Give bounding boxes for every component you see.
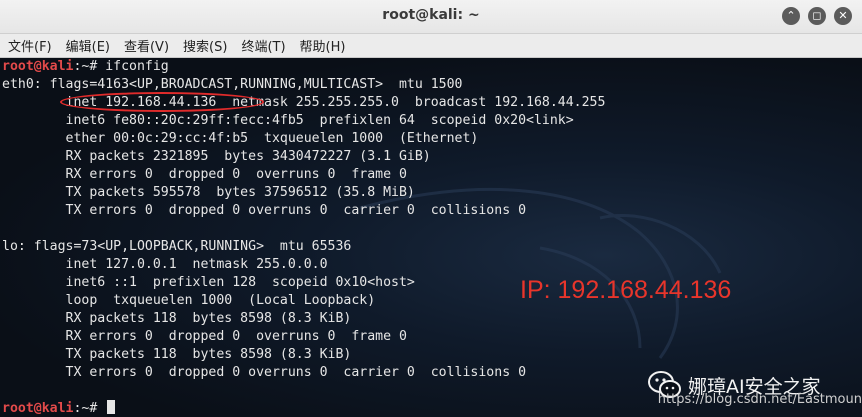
output-line: inet6 fe80::20c:29ff:fecc:4fb5 prefixlen…	[2, 113, 574, 128]
prompt-user: root@kali	[2, 401, 74, 416]
prompt-path: :~#	[73, 59, 106, 74]
output-line: TX errors 0 dropped 0 overruns 0 carrier…	[2, 365, 527, 380]
close-button[interactable]: ✕	[834, 7, 852, 25]
output-line: lo: flags=73<UP,LOOPBACK,RUNNING> mtu 65…	[2, 239, 352, 254]
terminal-output[interactable]: root@kali:~# ifconfig eth0: flags=4163<U…	[0, 58, 862, 417]
output-line: RX errors 0 dropped 0 overruns 0 frame 0	[2, 329, 407, 344]
menu-view[interactable]: 查看(V)	[124, 36, 169, 55]
output-line: loop txqueuelen 1000 (Local Loopback)	[2, 293, 376, 308]
window-title: root@kali: ~	[382, 7, 480, 23]
ip-highlight-circle	[60, 92, 264, 112]
output-line: TX errors 0 dropped 0 overruns 0 carrier…	[2, 203, 527, 218]
minimize-button[interactable]: ⌃	[782, 7, 800, 25]
terminal-window: root@kali: ~ ⌃ ◻ ✕ 文件(F) 编辑(E) 查看(V) 搜索(…	[0, 0, 862, 417]
menu-bar: 文件(F) 编辑(E) 查看(V) 搜索(S) 终端(T) 帮助(H)	[0, 34, 862, 58]
command-text: ifconfig	[105, 59, 169, 74]
menu-search[interactable]: 搜索(S)	[183, 36, 227, 55]
prompt-user: root@kali	[2, 59, 74, 74]
watermark-url: https://blog.csdn.net/Eastmoun	[657, 392, 862, 407]
command-line: root@kali:~# ifconfig	[2, 58, 169, 76]
maximize-button[interactable]: ◻	[808, 7, 826, 25]
current-prompt-line[interactable]: root@kali:~#	[2, 400, 116, 417]
menu-help[interactable]: 帮助(H)	[300, 36, 346, 55]
output-line: ether 00:0c:29:cc:4f:b5 txqueuelen 1000 …	[2, 131, 479, 146]
menu-file[interactable]: 文件(F)	[8, 36, 52, 55]
output-line: RX packets 118 bytes 8598 (8.3 KiB)	[2, 311, 352, 326]
output-line: RX errors 0 dropped 0 overruns 0 frame 0	[2, 167, 407, 182]
output-line: inet6 ::1 prefixlen 128 scopeid 0x10<hos…	[2, 275, 415, 290]
window-controls: ⌃ ◻ ✕	[782, 7, 852, 25]
output-line: TX packets 118 bytes 8598 (8.3 KiB)	[2, 347, 352, 362]
title-bar[interactable]: root@kali: ~ ⌃ ◻ ✕	[0, 0, 862, 34]
menu-edit[interactable]: 编辑(E)	[66, 36, 110, 55]
output-line: inet 127.0.0.1 netmask 255.0.0.0	[2, 257, 328, 272]
ip-annotation: IP: 192.168.44.136	[520, 276, 732, 304]
text-cursor	[107, 400, 116, 414]
output-line: RX packets 2321895 bytes 3430472227 (3.1…	[2, 149, 431, 164]
output-line: eth0: flags=4163<UP,BROADCAST,RUNNING,MU…	[2, 77, 463, 92]
prompt-path: :~#	[73, 401, 106, 416]
output-line: TX packets 595578 bytes 37596512 (35.8 M…	[2, 185, 415, 200]
menu-terminal[interactable]: 终端(T)	[241, 36, 285, 55]
